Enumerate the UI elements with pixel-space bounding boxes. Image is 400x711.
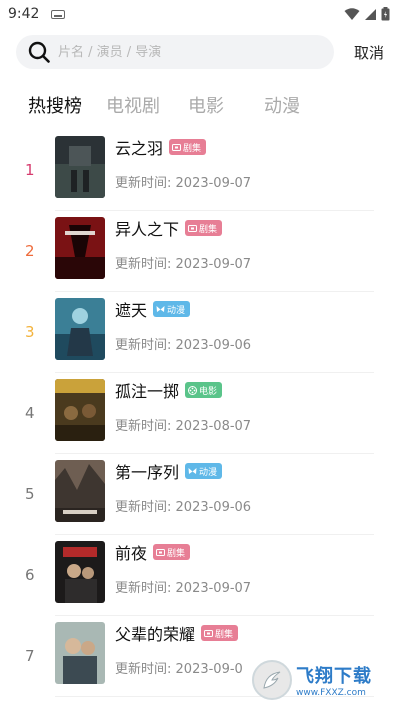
search-input[interactable] [58,44,278,60]
watermark-url: www.FXXZ.com [296,688,366,698]
update-time: 更新时间: 2023-09-06 [115,334,251,353]
update-date: 2023-09-07 [175,581,252,596]
update-date: 2023-09-07 [175,176,252,191]
list-item[interactable]: 2 异人之下 剧集 更新时间: 2023-09-07 [0,211,400,292]
item-title: 异人之下 [115,220,180,239]
battery-icon [381,7,390,21]
site-watermark: 飞翔下载 www.FXXZ.com [252,658,392,702]
rank-number: 5 [25,485,35,503]
poster-image [55,217,105,279]
tab-tv-series[interactable]: 电视剧 [106,92,160,118]
list-item[interactable]: 4 孤注一掷 电影 更新时间: 2023-08-07 [0,373,400,454]
item-title: 云之羽 [115,139,164,158]
badge-label: 剧集 [167,548,186,559]
category-badge: 动漫 [185,463,223,479]
watermark-name: 飞翔下载 [296,666,372,687]
update-date: 2023-09-07 [175,257,252,272]
rank-number: 7 [25,647,35,665]
list-item[interactable]: 5 第一序列 动漫 更新时间: 2023-09-06 [0,454,400,535]
category-badge: 剧集 [201,625,239,641]
rank-number: 1 [25,161,35,179]
update-label: 更新时间: [115,581,172,596]
badge-label: 剧集 [215,629,234,640]
category-badge: 动漫 [153,301,191,317]
badge-label: 电影 [199,386,218,397]
update-time: 更新时间: 2023-09-07 [115,577,251,596]
tv-icon [204,629,214,637]
update-date: 2023-09-06 [175,338,252,353]
search-bar: 取消 [0,28,400,72]
update-label: 更新时间: [115,338,172,353]
tab-hot-search[interactable]: 热搜榜 [28,92,82,118]
item-title: 父辈的荣耀 [115,625,196,644]
poster-image [55,298,105,360]
film-reel-icon [188,385,198,395]
item-title: 孤注一掷 [115,382,180,401]
tab-movies[interactable]: 电影 [188,92,224,118]
tab-anime[interactable]: 动漫 [264,92,300,118]
update-time: 更新时间: 2023-08-07 [115,415,251,434]
badge-label: 剧集 [199,224,218,235]
tv-icon [156,548,166,556]
item-title: 前夜 [115,544,148,563]
tv-icon [172,143,182,151]
badge-label: 动漫 [167,305,186,316]
rank-number: 4 [25,404,35,422]
wifi-icon [344,7,360,20]
category-tabs: 热搜榜 电视剧 电影 动漫 [0,72,400,130]
search-box[interactable] [16,35,334,69]
category-badge: 电影 [185,382,223,398]
tv-icon [188,224,198,232]
status-bar: 9:42 [0,0,400,28]
ranking-list: 1 云之羽 剧集 更新时间: 2023-09-07 2 异人之下 剧集 更新时间… [0,130,400,697]
update-label: 更新时间: [115,176,172,191]
keyboard-icon [51,9,66,19]
search-icon [28,41,50,63]
poster-image [55,460,105,522]
category-badge: 剧集 [153,544,191,560]
poster-image [55,541,105,603]
list-item[interactable]: 1 云之羽 剧集 更新时间: 2023-09-07 [0,130,400,211]
category-badge: 剧集 [185,220,223,236]
signal-icon [365,8,376,20]
badge-label: 动漫 [199,467,218,478]
poster-image [55,622,105,684]
list-item[interactable]: 6 前夜 剧集 更新时间: 2023-09-07 [0,535,400,616]
update-label: 更新时间: [115,419,172,434]
rank-number: 3 [25,323,35,341]
update-time: 更新时间: 2023-09-06 [115,496,251,515]
rank-number: 6 [25,566,35,584]
update-label: 更新时间: [115,500,172,515]
poster-image [55,379,105,441]
update-label: 更新时间: [115,662,172,677]
update-time: 更新时间: 2023-09-07 [115,172,251,191]
item-title: 第一序列 [115,463,180,482]
item-title: 遮天 [115,301,148,320]
cancel-button[interactable]: 取消 [340,42,384,63]
update-date: 2023-09-06 [175,500,252,515]
update-date: 2023-08-07 [175,419,252,434]
category-badge: 剧集 [169,139,207,155]
watermark-logo-icon [252,660,292,700]
poster-image [55,136,105,198]
badge-label: 剧集 [183,143,202,154]
update-time: 更新时间: 2023-09-0 [115,658,243,677]
update-time: 更新时间: 2023-09-07 [115,253,251,272]
butterfly-icon [188,467,197,474]
update-date: 2023-09-0 [175,662,243,677]
update-label: 更新时间: [115,257,172,272]
butterfly-icon [156,305,165,312]
rank-number: 2 [25,242,35,260]
status-time: 9:42 [8,6,40,22]
list-item[interactable]: 3 遮天 动漫 更新时间: 2023-09-06 [0,292,400,373]
